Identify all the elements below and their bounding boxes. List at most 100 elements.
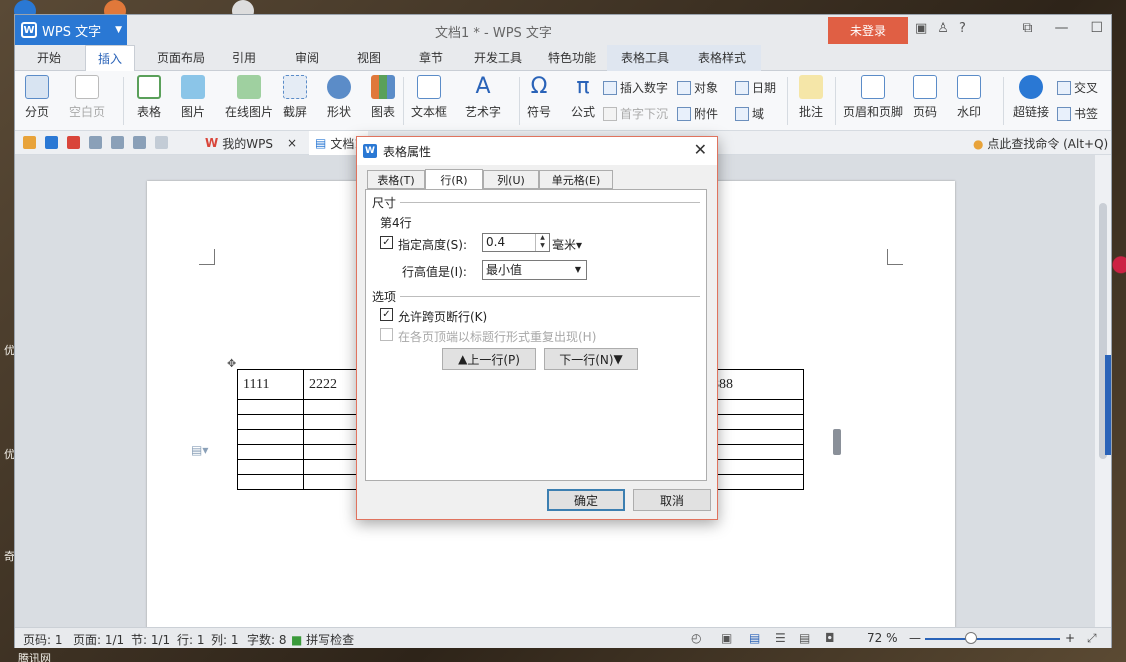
previous-row-button[interactable]: ▲ 上一行(P) [442,348,536,370]
pdf-icon[interactable] [67,136,80,149]
height-spinner[interactable]: 0.4 ▲ ▼ [482,233,550,252]
unit-dropdown[interactable]: 毫米▾ [552,236,582,253]
tab-references[interactable]: 引用 [220,45,268,71]
tab-start[interactable]: 开始 [25,45,73,71]
vertical-scrollbar[interactable] [1095,155,1111,627]
outline-view-icon[interactable]: ☰ [775,631,786,645]
open-icon[interactable] [23,136,36,149]
cancel-button[interactable]: 取消 [633,489,711,511]
drop-cap-button[interactable]: 首字下沉 [603,105,668,122]
tab-developer[interactable]: 开发工具 [465,45,531,71]
row-height-mode-select[interactable]: 最小值 ▼ [482,260,587,280]
tab-column[interactable]: 列(U) [483,170,539,189]
maximize-icon[interactable]: ☐ [1090,20,1103,36]
watermark-button[interactable]: 水印 [957,75,981,120]
preview-icon[interactable] [111,136,124,149]
specify-height-checkbox[interactable]: ✓ [380,236,393,249]
tab-cell[interactable]: 单元格(E) [539,170,613,189]
tab-row[interactable]: 行(R) [425,169,483,190]
find-command[interactable]: ● 点此查找命令 (Alt+Q) [973,135,1108,152]
tab-features[interactable]: 特色功能 [537,45,607,71]
formula-button[interactable]: π 公式 [571,75,595,120]
minimize-icon[interactable]: — [1054,20,1068,36]
read-mode-icon[interactable]: ◘ [825,631,835,645]
tab-insert[interactable]: 插入 [85,45,135,72]
zoom-slider[interactable] [925,638,1060,640]
app-menu-button[interactable]: W WPS 文字 ▼ [15,15,127,45]
allow-break-checkbox[interactable]: ✓ [380,308,393,321]
object-button[interactable]: 对象 [677,79,718,96]
tab-page-layout[interactable]: 页面布局 [145,45,217,71]
tab-my-wps[interactable]: W 我的WPS × [205,131,297,155]
dialog-title-bar: W 表格属性 ✕ [357,137,717,165]
repeat-header-checkbox[interactable] [380,328,393,341]
redo-icon[interactable] [155,136,168,149]
page-number-button[interactable]: 页码 [913,75,937,120]
page-view-icon[interactable]: ▤ [749,631,760,645]
ribbon: 分页 空白页 表格 图片 在线图片 截屏 形状 图表 文本框 A 艺术字 Ω 符号 … [15,71,1111,131]
page-break-button[interactable]: 分页 [25,75,49,120]
attachment-button[interactable]: 附件 [677,105,718,122]
next-row-button[interactable]: 下一行(N) ▼ [544,348,638,370]
fullscreen-icon[interactable]: ▣ [721,631,732,645]
margin-mark [887,249,903,265]
login-button[interactable]: 未登录 [828,17,908,44]
hyperlink-button[interactable]: 超链接 [1013,75,1049,120]
shape-button[interactable]: 形状 [327,75,351,120]
app-name: WPS 文字 [42,24,102,40]
save-icon[interactable] [45,136,58,149]
paste-options-icon[interactable]: ▤▾ [191,443,208,457]
date-button[interactable]: 日期 [735,79,776,96]
table-cell[interactable]: 1111 [237,369,304,400]
ok-button[interactable]: 确定 [547,489,625,511]
skin-icon[interactable]: ▣ [915,21,927,36]
tab-review[interactable]: 审阅 [283,45,331,71]
tab-view[interactable]: 视图 [345,45,393,71]
row-number-label: 第4行 [380,216,412,230]
chart-button[interactable]: 图表 [371,75,395,120]
wps-logo-icon: W [205,136,219,150]
zoom-in-icon[interactable]: + [1065,631,1075,645]
online-picture-button[interactable]: 在线图片 [225,75,273,120]
blank-page-button[interactable]: 空白页 [69,75,105,120]
header-footer-button[interactable]: 页眉和页脚 [843,75,903,120]
side-panel-toggle[interactable] [1105,355,1111,455]
expand-icon[interactable]: ⤢ [1087,631,1097,646]
spinner-arrows-icon[interactable]: ▲ ▼ [535,234,549,251]
chevron-down-icon: ▼ [574,265,581,274]
wordart-button[interactable]: A 艺术字 [465,75,501,120]
restore-icon[interactable]: ⧉ [1022,20,1032,36]
history-icon[interactable]: ◴ [691,631,701,645]
tab-chapter[interactable]: 章节 [407,45,455,71]
print-icon[interactable] [89,136,102,149]
undo-icon[interactable] [133,136,146,149]
textbox-button[interactable]: 文本框 [411,75,447,120]
picture-button[interactable]: 图片 [181,75,205,120]
status-section: 节: 1/1 [131,633,171,647]
help-icon[interactable]: ? [959,21,966,36]
bookmark-button[interactable]: 书签 [1057,105,1098,122]
menu-bar: 开始 插入 页面布局 引用 审阅 视图 章节 开发工具 特色功能 表格工具 表格… [15,45,1111,72]
shirt-icon[interactable]: ♙ [937,21,949,36]
status-row: 行: 1 [177,633,205,647]
tab-table[interactable]: 表格(T) [367,170,425,189]
field-button[interactable]: 域 [735,105,764,122]
screenshot-button[interactable]: 截屏 [283,75,307,120]
insert-number-button[interactable]: 插入数字 [603,79,668,96]
web-view-icon[interactable]: ▤ [799,631,810,645]
options-group-label: 选项 [372,290,397,304]
table-button[interactable]: 表格 [137,75,161,120]
tab-table-style[interactable]: 表格样式 [683,45,761,71]
table-move-handle-icon[interactable]: ✥ [227,357,236,370]
cross-ref-button[interactable]: 交叉 [1057,79,1098,96]
status-chars: 字数: 8 [247,633,287,647]
tab-table-tools[interactable]: 表格工具 [607,45,683,71]
zoom-slider-knob[interactable] [965,632,977,644]
spellcheck-button[interactable]: ■ 拼写检查 [291,631,354,648]
comment-button[interactable]: 批注 [799,75,823,120]
close-icon[interactable]: × [287,136,297,150]
symbol-button[interactable]: Ω 符号 [527,75,551,120]
table-resize-handle[interactable] [833,429,841,455]
zoom-out-icon[interactable]: — [909,631,921,645]
close-icon[interactable]: ✕ [694,140,707,159]
